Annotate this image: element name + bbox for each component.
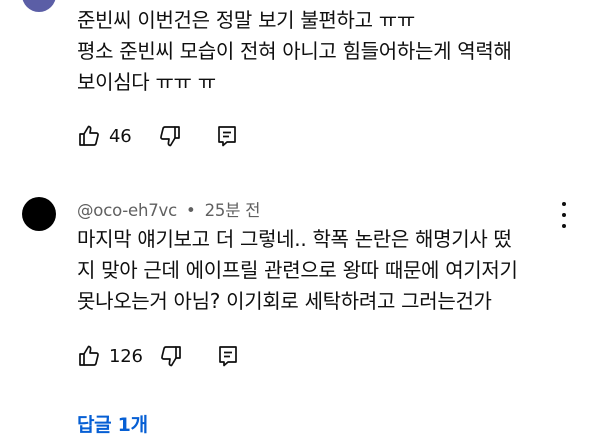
comment-meta: @oco-eh7vc • 25분 전: [77, 197, 260, 221]
meta-separator: •: [186, 201, 196, 220]
dislike-button[interactable]: [159, 344, 183, 368]
author-handle[interactable]: @oco-eh7vc: [77, 201, 177, 220]
thumbs-up-icon: [77, 344, 101, 368]
reply-button[interactable]: [217, 344, 239, 368]
comment-text: 마지막 얘기보고 더 그렇네.. 학폭 논란은 해명기사 떴 지 맞아 근데 에…: [77, 227, 518, 313]
reply-button[interactable]: [216, 124, 238, 148]
more-vert-icon-dot: [562, 213, 566, 217]
like-button[interactable]: 126: [77, 344, 143, 368]
commenter-avatar[interactable]: [22, 0, 56, 12]
comment-text: 준빈씨 이번건은 정말 보기 불편하고 ㅠㅠ 평소 준빈씨 모습이 전혀 아니고…: [77, 8, 512, 94]
thumbs-down-icon: [158, 124, 182, 148]
reply-icon: [216, 124, 238, 148]
thumbs-up-icon: [77, 124, 101, 148]
comment-actions: 46: [77, 121, 238, 151]
dislike-button[interactable]: [158, 124, 182, 148]
commenter-avatar[interactable]: [22, 197, 56, 231]
like-count: 126: [109, 345, 143, 367]
view-replies-link[interactable]: 답글 1개: [77, 410, 148, 437]
reply-icon: [217, 344, 239, 368]
like-count: 46: [109, 125, 132, 147]
more-vert-icon-dot: [562, 202, 566, 206]
comment-actions: 126: [77, 341, 239, 371]
thumbs-down-icon: [159, 344, 183, 368]
like-button[interactable]: 46: [77, 124, 132, 148]
comment-timestamp: 25분 전: [204, 201, 261, 220]
